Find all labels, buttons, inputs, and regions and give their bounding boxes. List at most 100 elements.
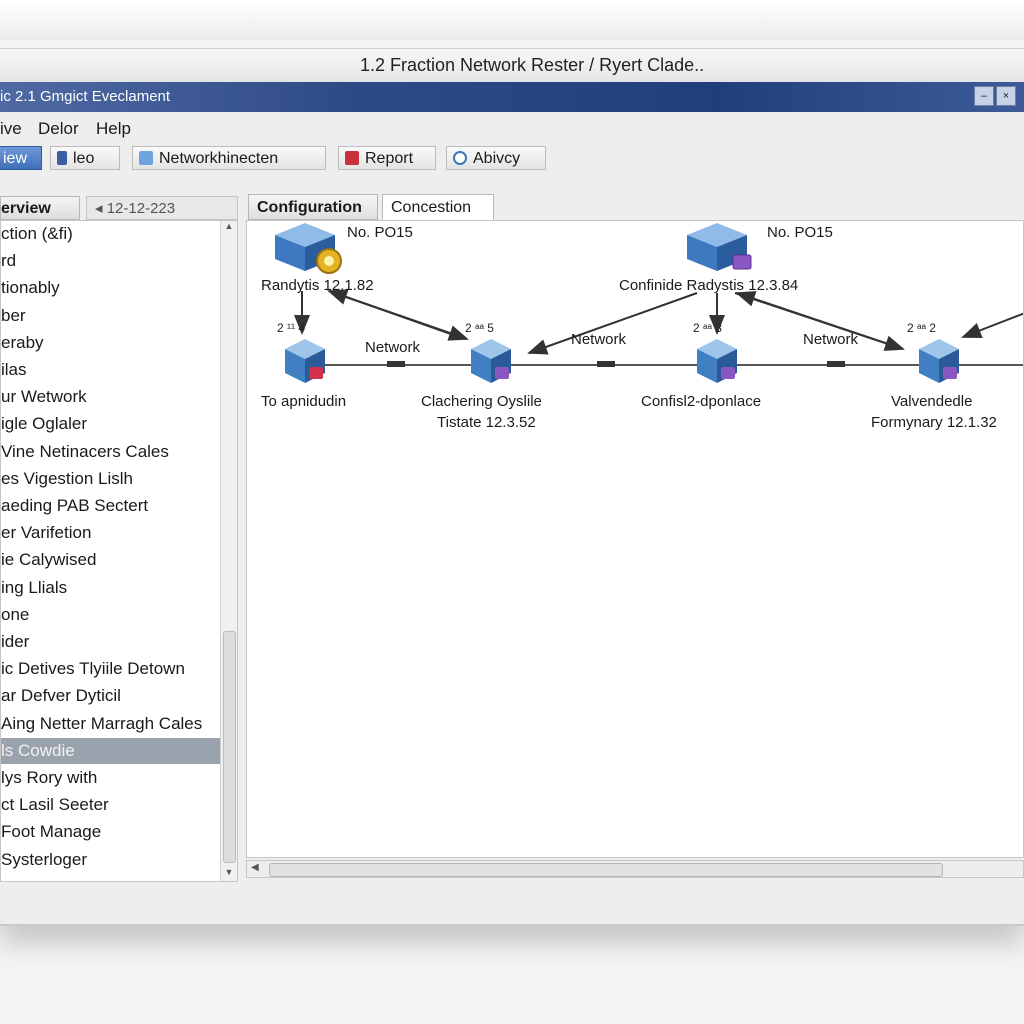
node-b4-port: 2 ᵃᵃ 2	[907, 321, 936, 335]
link-marker	[597, 361, 615, 367]
list-item[interactable]: eraby	[1, 330, 221, 356]
node-b1-label: To apnidudin	[261, 393, 347, 410]
list-item[interactable]: Aing Netter Marragh Cales	[1, 711, 221, 737]
user-label: leo	[73, 150, 95, 167]
tab-concestion[interactable]: Concestion	[382, 194, 494, 220]
list-item[interactable]: Foot Manage	[1, 819, 221, 845]
list-item[interactable]: ber	[1, 303, 221, 329]
list-item[interactable]: ic Detives Tlyiile Detown	[1, 656, 221, 682]
link-marker	[827, 361, 845, 367]
list-item[interactable]: Systerloger	[1, 847, 221, 873]
list-item[interactable]: er Varifetion	[1, 520, 221, 546]
menu-item-file[interactable]: ive	[0, 119, 22, 139]
list-item[interactable]: ls Cowdie	[1, 737, 221, 764]
report-button[interactable]: Report	[338, 146, 436, 170]
network-label: Networkhinecten	[159, 150, 279, 167]
left-panel-header: erview ◂ 12-12-223	[0, 196, 240, 220]
list-item[interactable]: tionably	[1, 275, 221, 301]
switch-node-3[interactable]	[693, 337, 741, 389]
user-button[interactable]: leo	[50, 146, 120, 170]
view-label: iew	[3, 150, 28, 167]
outer-title-bar: 1.2 Fraction Network Rester / Ryert Clad…	[0, 48, 1024, 83]
menu-item-delor[interactable]: Delor	[38, 119, 79, 139]
node-2-header: No. PO15	[767, 224, 833, 241]
scroll-up-icon[interactable]: ▲	[221, 221, 237, 235]
server-node-2[interactable]	[683, 221, 763, 281]
tab-configuration[interactable]: Configuration	[248, 194, 378, 220]
server-node-1[interactable]	[271, 221, 351, 281]
scroll-thumb[interactable]	[223, 631, 236, 863]
switch-icon	[285, 339, 325, 383]
node-1-header: No. PO15	[347, 224, 413, 241]
vertical-scrollbar[interactable]: ▲ ▼	[220, 221, 237, 881]
refresh-icon	[453, 151, 467, 165]
network-diagram-canvas[interactable]: No. PO15 Randytis 12.1.82 No. PO15 Confi…	[246, 220, 1024, 858]
node-1-label: Randytis 12.1.82	[261, 277, 374, 294]
list-item[interactable]: rd	[1, 248, 221, 274]
window-title: ic 2.1 Gmgict Eveclament	[0, 88, 171, 105]
arrow-link	[961, 312, 1023, 338]
view-button[interactable]: iew	[0, 146, 42, 170]
toolbar: iew leo Networkhinecten Report Abivcy	[0, 144, 1024, 174]
hscroll-thumb[interactable]	[269, 863, 943, 877]
report-label: Report	[365, 150, 414, 167]
activity-label: Abivcy	[473, 150, 521, 167]
switch-node-1[interactable]	[281, 337, 329, 389]
link-marker	[387, 361, 405, 367]
tree-list: ction (&fi) rd tionably ber eraby ilas ur Wetw…	[0, 220, 238, 882]
left-panel: erview ◂ 12-12-223 ction (&fi) rd tionably…	[0, 192, 240, 882]
node-b3-port: 2 ᵃᵃ 3	[693, 321, 722, 335]
network-icon	[139, 151, 153, 165]
date-label: 12-12-223	[106, 200, 176, 217]
overview-tab[interactable]: erview	[0, 196, 80, 220]
list-item[interactable]: ction (&fi)	[1, 221, 221, 247]
activity-button[interactable]: Abivcy	[446, 146, 546, 170]
menu-item-help[interactable]: Help	[96, 119, 131, 139]
list-item[interactable]: ing Llials	[1, 575, 221, 601]
date-arrow-icon: ◂	[95, 200, 107, 217]
node-b4-label: Valvendedle	[891, 393, 973, 410]
switch-icon	[471, 339, 511, 383]
list-item[interactable]: igle Oglaler	[1, 411, 221, 437]
link-label: Network	[365, 339, 421, 356]
list-item[interactable]: Vine Netinacers Cales	[1, 439, 221, 465]
list-item[interactable]: es Vigestion Lislh	[1, 466, 221, 492]
scroll-left-icon[interactable]: ◀	[251, 862, 259, 873]
switch-icon	[919, 339, 959, 383]
right-panel: Configuration Concestion No. PO15 Randyt…	[246, 192, 1024, 882]
close-button[interactable]: ×	[996, 86, 1016, 106]
server-icon	[687, 223, 752, 271]
menu-bar: ive Delor Help	[0, 114, 1024, 142]
window-controls: – ×	[974, 86, 1016, 106]
node-b2-sublabel: Tistate 12.3.52	[437, 414, 536, 431]
list-item[interactable]: aeding PAB Sectert	[1, 493, 221, 519]
link-label: Network	[571, 331, 627, 348]
node-b2-port: 2 ᵃᵃ 5	[465, 321, 494, 335]
app-window: ic 2.1 Gmgict Eveclament – × ive Delor H…	[0, 82, 1024, 926]
list-item[interactable]: ilas	[1, 357, 221, 383]
node-b2-label: Clachering Oyslile	[421, 393, 542, 410]
horizontal-scrollbar[interactable]: ◀	[246, 860, 1024, 878]
arrow-link	[327, 289, 466, 340]
node-b1-port: 2 ¹¹ 4	[277, 321, 306, 335]
list-item[interactable]: one	[1, 602, 221, 628]
node-2-label: Confinide Radystis 12.3.84	[619, 277, 799, 294]
server-icon	[275, 223, 342, 274]
list-item[interactable]: ider	[1, 629, 221, 655]
list-item[interactable]: ct Lasil Seeter	[1, 792, 221, 818]
outer-title: 1.2 Fraction Network Rester / Ryert Clad…	[360, 55, 705, 75]
switch-node-2[interactable]	[467, 337, 515, 389]
screen-backdrop	[0, 0, 1024, 40]
diagram-links	[294, 289, 1023, 367]
network-button[interactable]: Networkhinecten	[132, 146, 326, 170]
node-b4-sublabel: Formynary 12.1.32	[871, 414, 997, 431]
switch-node-4[interactable]	[915, 337, 963, 389]
report-icon	[345, 151, 359, 165]
date-filter[interactable]: ◂ 12-12-223	[86, 196, 238, 220]
list-item[interactable]: ie Calywised	[1, 547, 221, 573]
list-item[interactable]: lys Rory with	[1, 765, 221, 791]
list-item[interactable]: ar Defver Dyticil	[1, 683, 221, 709]
minimize-button[interactable]: –	[974, 86, 994, 106]
scroll-down-icon[interactable]: ▼	[221, 867, 237, 881]
list-item[interactable]: ur Wetwork	[1, 384, 221, 410]
